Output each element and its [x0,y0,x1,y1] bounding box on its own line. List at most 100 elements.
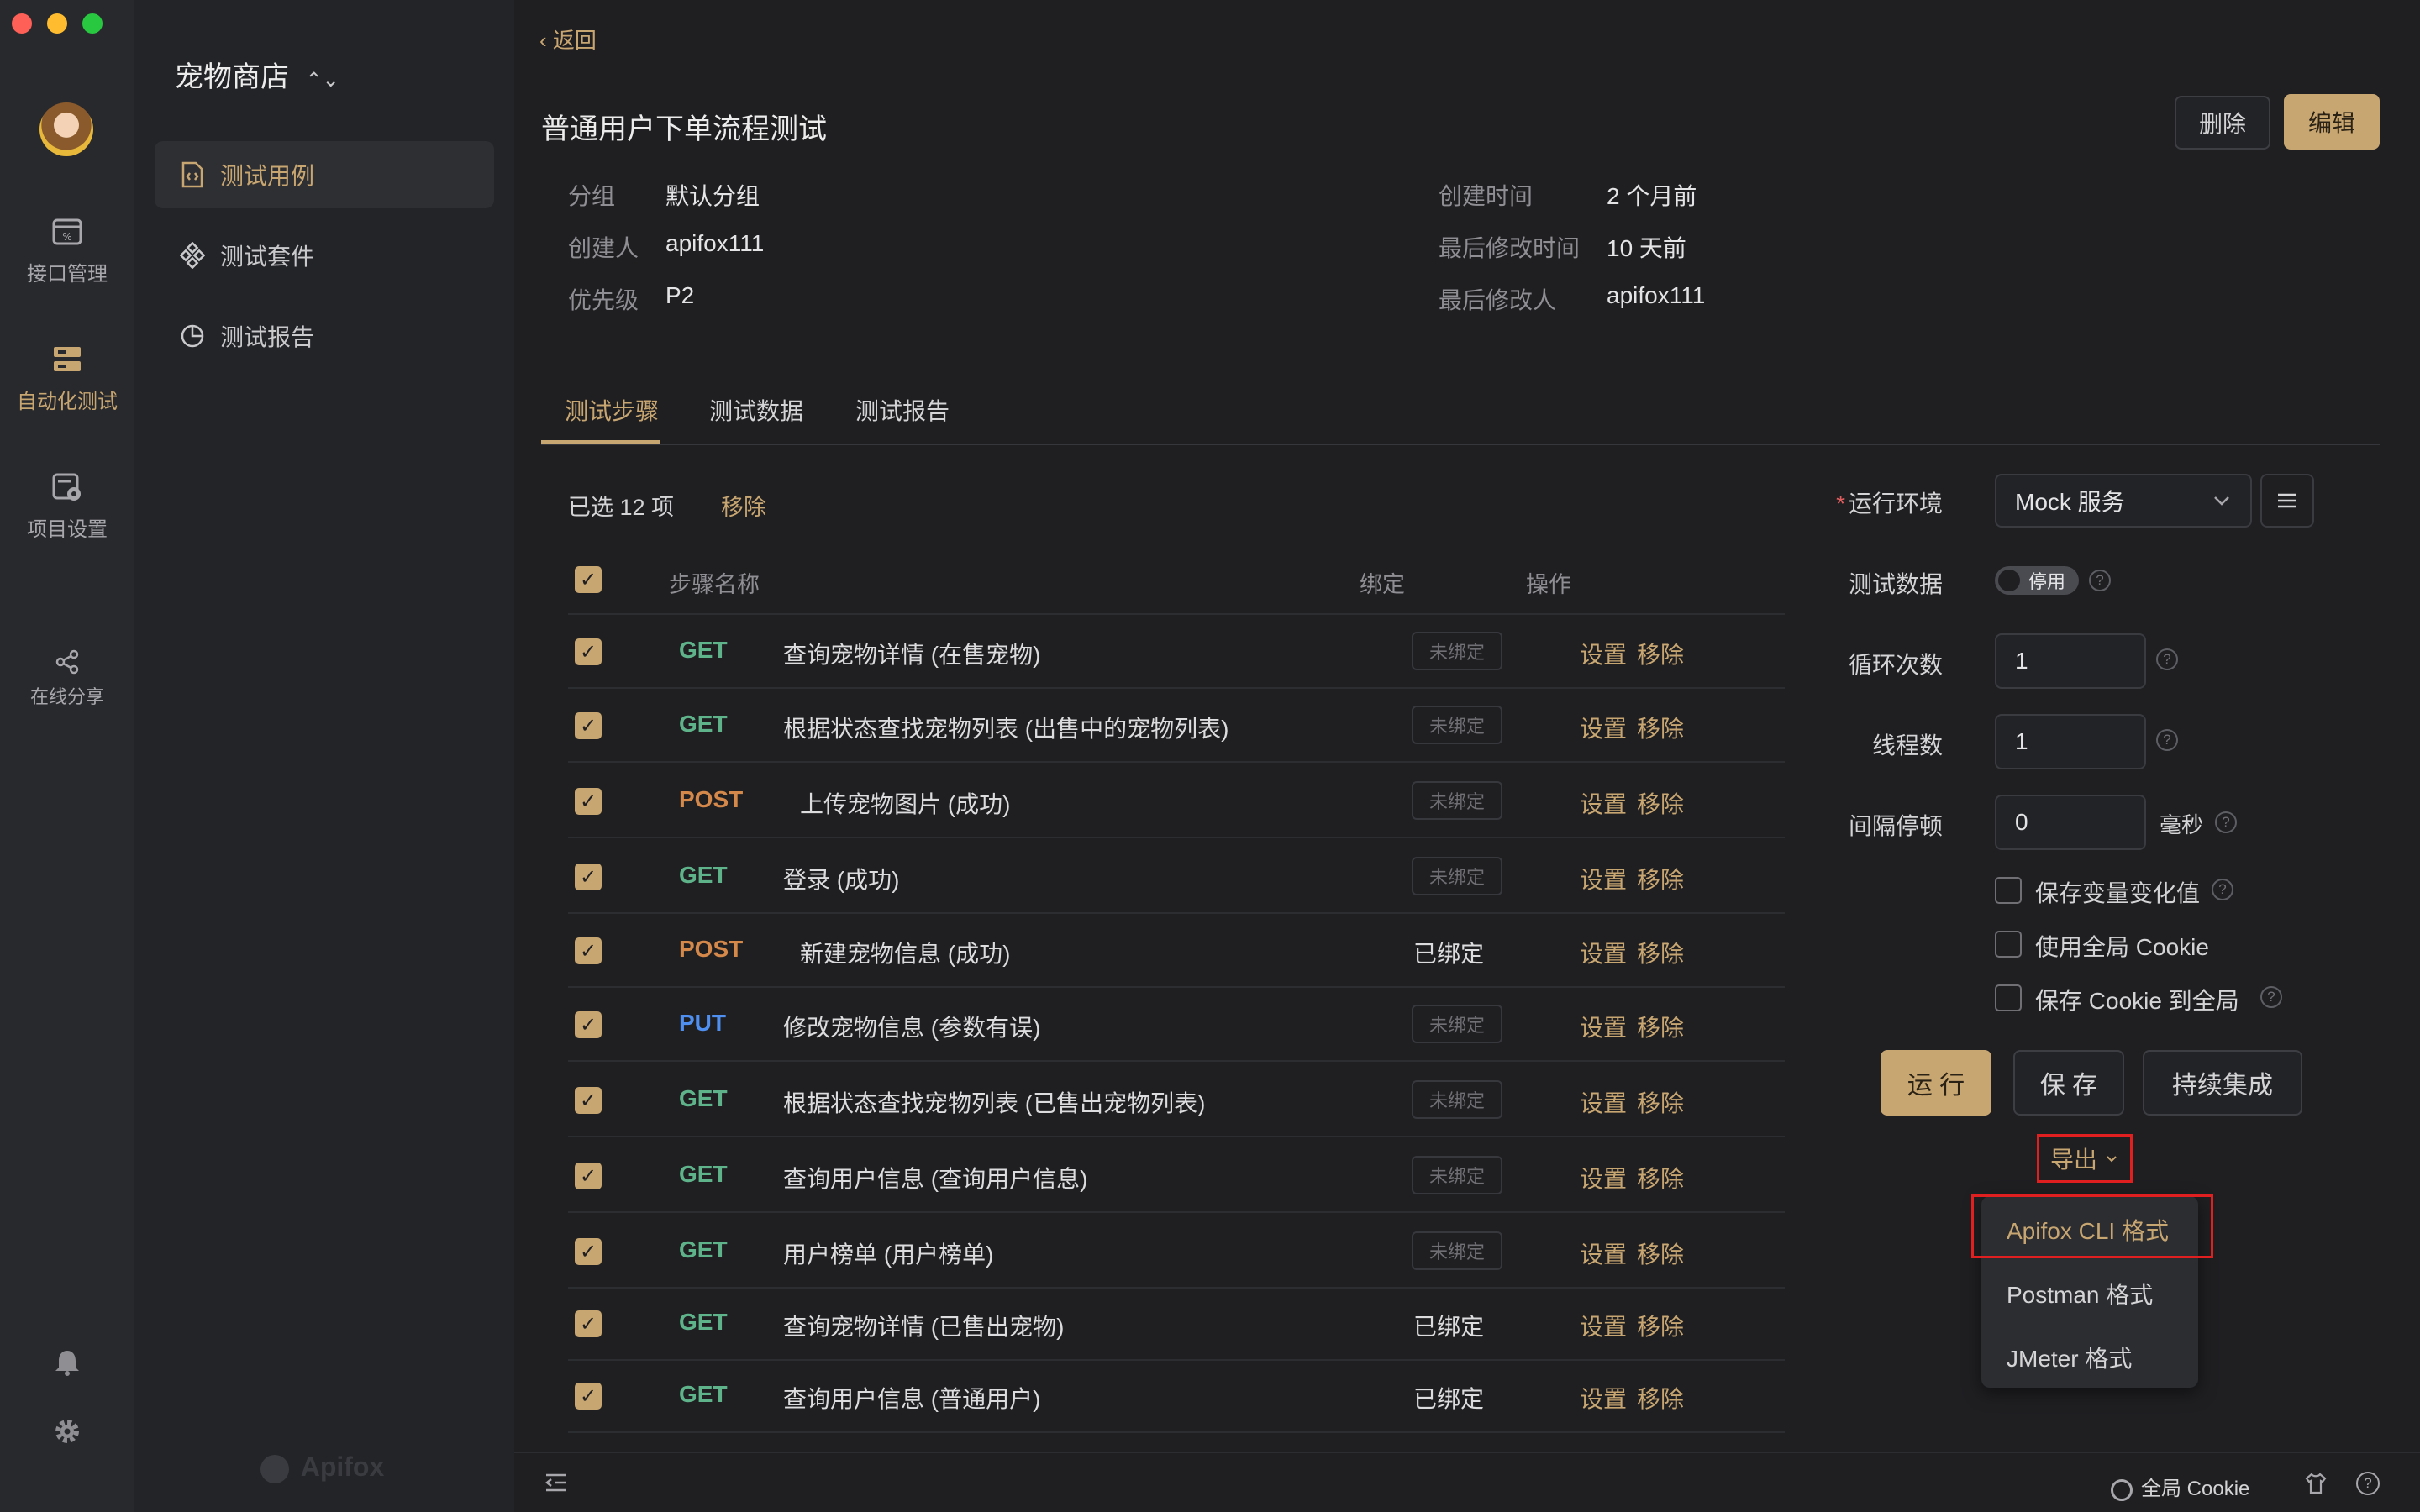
help-icon[interactable]: ? [2089,570,2111,591]
test-data-toggle[interactable]: 停用 [1995,566,2079,595]
row-checkbox[interactable]: ✓ [575,864,602,890]
table-row[interactable]: ✓ GET 用户榜单 (用户榜单) 未绑定 设置 移除 [568,1215,1785,1289]
step-name[interactable]: 登录 (成功) [783,862,899,895]
row-checkbox[interactable]: ✓ [575,1310,602,1337]
edit-button[interactable]: 编辑 [2284,94,2380,150]
row-checkbox[interactable]: ✓ [575,1383,602,1410]
back-link[interactable]: ‹ 返回 [539,24,597,55]
bell-icon[interactable] [52,1347,82,1378]
close-window-button[interactable] [12,13,32,34]
step-remove-link[interactable]: 移除 [1637,1236,1684,1270]
select-all-checkbox[interactable]: ✓ [575,566,602,593]
step-name[interactable]: 根据状态查找宠物列表 (出售中的宠物列表) [783,711,1228,744]
step-name[interactable]: 根据状态查找宠物列表 (已售出宠物列表) [783,1085,1205,1119]
rail-item-project-settings[interactable]: 项目设置 [0,470,134,542]
table-row[interactable]: ✓ GET 查询宠物详情 (已售出宠物) 已绑定 设置 移除 [568,1287,1785,1361]
row-checkbox[interactable]: ✓ [575,1087,602,1114]
table-row[interactable]: ✓ GET 查询宠物详情 (在售宠物) 未绑定 设置 移除 [568,615,1785,689]
run-button[interactable]: 运 行 [1881,1050,1991,1116]
step-remove-link[interactable]: 移除 [1637,637,1684,670]
sidebar-item-test-reports[interactable]: 测试报告 [155,302,494,370]
step-name[interactable]: 查询宠物详情 (在售宠物) [783,637,1040,670]
minimize-window-button[interactable] [47,13,67,34]
global-cookie-checkbox[interactable] [1995,931,2022,958]
step-name[interactable]: 上传宠物图片 (成功) [800,786,1010,820]
row-checkbox[interactable]: ✓ [575,712,602,739]
help-icon[interactable]: ? [2215,811,2237,833]
step-settings-link[interactable]: 设置 [1580,711,1627,744]
avatar[interactable] [39,102,93,156]
tab-test-steps[interactable]: 测试步骤 [565,393,659,427]
step-settings-link[interactable]: 设置 [1580,637,1627,670]
row-checkbox[interactable]: ✓ [575,1238,602,1265]
step-settings-link[interactable]: 设置 [1580,1381,1627,1415]
help-icon[interactable]: ? [2156,648,2178,670]
interval-input[interactable]: 0 [1995,795,2146,850]
step-remove-link[interactable]: 移除 [1637,711,1684,744]
row-checkbox[interactable]: ✓ [575,638,602,665]
env-menu-button[interactable] [2260,474,2314,528]
table-row[interactable]: ✓ GET 根据状态查找宠物列表 (已售出宠物列表) 未绑定 设置 移除 [568,1063,1785,1137]
tab-test-data[interactable]: 测试数据 [709,393,803,427]
maximize-window-button[interactable] [82,13,103,34]
project-switcher[interactable]: 宠物商店 ⌃⌄ [175,54,339,95]
remove-selected-link[interactable]: 移除 [721,489,766,522]
step-remove-link[interactable]: 移除 [1637,1381,1684,1415]
step-settings-link[interactable]: 设置 [1580,862,1627,895]
save-vars-checkbox[interactable] [1995,877,2022,904]
step-remove-link[interactable]: 移除 [1637,1010,1684,1043]
step-remove-link[interactable]: 移除 [1637,1161,1684,1194]
row-checkbox[interactable]: ✓ [575,1011,602,1038]
sidebar-item-test-suites[interactable]: 测试套件 [155,222,494,289]
export-option-jmeter[interactable]: JMeter 格式 [2007,1341,2132,1374]
step-name[interactable]: 查询用户信息 (普通用户) [783,1381,1040,1415]
step-settings-link[interactable]: 设置 [1580,1161,1627,1194]
step-name[interactable]: 修改宠物信息 (参数有误) [783,1010,1040,1043]
table-row[interactable]: ✓ GET 登录 (成功) 未绑定 设置 移除 [568,840,1785,914]
global-cookie-button[interactable]: 全局 Cookie [2111,1472,2249,1501]
shirt-icon[interactable] [2304,1472,2328,1495]
help-icon[interactable]: ? [2212,879,2233,900]
step-settings-link[interactable]: 设置 [1580,1010,1627,1043]
gear-icon[interactable] [52,1416,82,1446]
env-select[interactable]: Mock 服务 [1995,474,2252,528]
tab-test-report[interactable]: 测试报告 [855,393,950,427]
table-row[interactable]: ✓ GET 查询用户信息 (查询用户信息) 未绑定 设置 移除 [568,1139,1785,1213]
rail-item-automation[interactable]: 自动化测试 [0,343,134,414]
step-remove-link[interactable]: 移除 [1637,862,1684,895]
step-name[interactable]: 查询宠物详情 (已售出宠物) [783,1309,1064,1342]
threads-input[interactable]: 1 [1995,714,2146,769]
step-name[interactable]: 查询用户信息 (查询用户信息) [783,1161,1087,1194]
export-option-postman[interactable]: Postman 格式 [2007,1277,2153,1310]
step-name[interactable]: 新建宠物信息 (成功) [800,936,1010,969]
step-settings-link[interactable]: 设置 [1580,786,1627,820]
save-button[interactable]: 保 存 [2013,1050,2124,1116]
step-settings-link[interactable]: 设置 [1580,1236,1627,1270]
ci-button[interactable]: 持续集成 [2143,1050,2302,1116]
collapse-sidebar-icon[interactable] [544,1472,568,1494]
step-settings-link[interactable]: 设置 [1580,1309,1627,1342]
delete-button[interactable]: 删除 [2175,96,2270,150]
table-row[interactable]: ✓ GET 查询用户信息 (普通用户) 已绑定 设置 移除 [568,1359,1785,1433]
row-checkbox[interactable]: ✓ [575,1163,602,1189]
save-cookie-checkbox[interactable] [1995,984,2022,1011]
help-icon[interactable]: ? [2356,1472,2380,1495]
step-remove-link[interactable]: 移除 [1637,1085,1684,1119]
step-remove-link[interactable]: 移除 [1637,936,1684,969]
step-name[interactable]: 用户榜单 (用户榜单) [783,1236,993,1270]
row-checkbox[interactable]: ✓ [575,937,602,964]
step-settings-link[interactable]: 设置 [1580,1085,1627,1119]
table-row[interactable]: ✓ POST 新建宠物信息 (成功) 已绑定 设置 移除 [568,914,1785,988]
step-settings-link[interactable]: 设置 [1580,936,1627,969]
rail-item-share[interactable]: 在线分享 [0,648,134,709]
export-button[interactable]: 导出 [2037,1134,2133,1183]
help-icon[interactable]: ? [2156,729,2178,751]
help-icon[interactable]: ? [2260,986,2282,1008]
sidebar-item-test-cases[interactable]: 测试用例 [155,141,494,208]
step-remove-link[interactable]: 移除 [1637,1309,1684,1342]
loops-input[interactable]: 1 [1995,633,2146,689]
table-row[interactable]: ✓ PUT 修改宠物信息 (参数有误) 未绑定 设置 移除 [568,988,1785,1062]
table-row[interactable]: ✓ POST 上传宠物图片 (成功) 未绑定 设置 移除 [568,764,1785,838]
step-remove-link[interactable]: 移除 [1637,786,1684,820]
table-row[interactable]: ✓ GET 根据状态查找宠物列表 (出售中的宠物列表) 未绑定 设置 移除 [568,689,1785,763]
